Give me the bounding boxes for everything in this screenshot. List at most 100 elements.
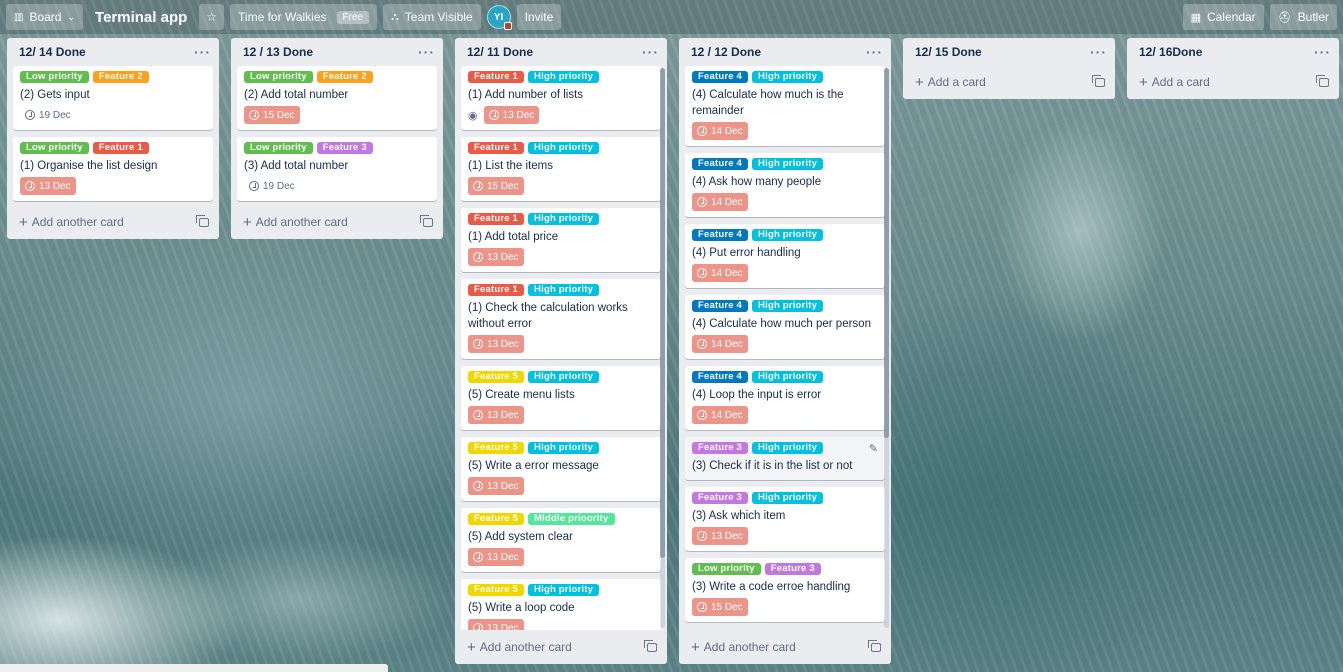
list-header[interactable]: 12/ 15 Done ··· — [903, 38, 1115, 66]
add-card-button[interactable]: + Add another card — [7, 205, 219, 239]
card-label[interactable]: Feature 4 — [692, 300, 749, 312]
card-label[interactable]: High priority — [752, 71, 824, 83]
card-label[interactable]: Feature 3 — [692, 442, 749, 454]
card[interactable]: Feature 5 High priority (5) Write a loop c… — [461, 579, 661, 630]
calendar-button[interactable]: ▦ Calendar — [1182, 4, 1264, 30]
card[interactable]: Feature 3 High priority (3) Ask which item… — [685, 487, 885, 551]
card-label[interactable]: Middle prioority — [528, 513, 615, 525]
card-label[interactable]: Feature 5 — [468, 513, 525, 525]
card-label[interactable]: Feature 1 — [92, 142, 149, 154]
due-date-badge[interactable]: 15 Dec — [692, 598, 748, 616]
card-label[interactable]: High priority — [752, 492, 824, 504]
invite-button[interactable]: Invite — [516, 4, 562, 30]
card-label[interactable]: Feature 5 — [468, 584, 525, 596]
card[interactable]: Feature 1 High priority (1) Add number of … — [461, 66, 661, 130]
list-header[interactable]: 12/ 16Done ··· — [1127, 38, 1339, 66]
add-card-button[interactable]: + Add a card — [1127, 66, 1339, 99]
list-title[interactable]: 12/ 15 Done — [915, 45, 982, 59]
card-template-icon[interactable] — [1092, 74, 1105, 87]
visibility-button[interactable]: ⛬ Team Visible — [383, 4, 481, 30]
card-label[interactable]: High priority — [752, 229, 824, 241]
member-avatar[interactable]: YI — [486, 5, 512, 30]
due-date-badge[interactable]: 14 Dec — [692, 335, 748, 353]
due-date-badge[interactable]: 14 Dec — [692, 406, 748, 424]
card-label[interactable]: Feature 1 — [468, 142, 525, 154]
card[interactable]: Feature 1 High priority (1) Check the calc… — [461, 279, 661, 359]
card-label[interactable]: Low priority — [692, 563, 761, 575]
due-date-badge[interactable]: 13 Dec — [20, 177, 76, 195]
card-label[interactable]: Feature 1 — [468, 284, 525, 296]
card[interactable]: Feature 5 Middle prioority (5) Add system … — [461, 508, 661, 572]
due-date-badge[interactable]: 15 Dec — [244, 106, 300, 124]
add-card-button[interactable]: + Add a card — [903, 66, 1115, 99]
list-menu-icon[interactable]: ··· — [418, 45, 435, 59]
list-menu-icon[interactable]: ··· — [194, 45, 211, 59]
card[interactable]: Feature 1 High priority (1) List the items… — [461, 137, 661, 201]
due-date-badge[interactable]: 13 Dec — [468, 548, 524, 566]
list-title[interactable]: 12/ 14 Done — [19, 45, 86, 59]
card-label[interactable]: Feature 1 — [468, 71, 525, 83]
card-label[interactable]: Low priority — [20, 142, 89, 154]
card-label[interactable]: Low priority — [244, 71, 313, 83]
card-label[interactable]: Feature 1 — [468, 213, 525, 225]
team-button[interactable]: Time for Walkies Free — [230, 4, 378, 30]
board-title[interactable]: Terminal app — [89, 9, 193, 26]
card-label[interactable]: Feature 4 — [692, 71, 749, 83]
pencil-edit-icon[interactable]: ✎ — [869, 442, 878, 455]
card[interactable]: Feature 5 High priority (5) Create menu li… — [461, 366, 661, 430]
card-label[interactable]: High priority — [528, 584, 600, 596]
card-label[interactable]: High priority — [752, 371, 824, 383]
card-label[interactable]: Low priority — [244, 142, 313, 154]
card-label[interactable]: High priority — [528, 213, 600, 225]
due-date-badge[interactable]: 13 Dec — [483, 106, 540, 124]
star-button[interactable]: ☆ — [199, 4, 225, 30]
card-label[interactable]: High priority — [752, 158, 824, 170]
list-menu-icon[interactable]: ··· — [1090, 45, 1107, 59]
card[interactable]: Low priority Feature 3 (3) Add total numbe… — [237, 137, 437, 201]
card[interactable]: Feature 3 High priority (3) Check if it is… — [685, 437, 885, 480]
due-date-badge[interactable]: 14 Dec — [692, 122, 748, 140]
list-title[interactable]: 12 / 13 Done — [243, 45, 313, 59]
due-date-badge[interactable]: 13 Dec — [468, 248, 524, 266]
card-label[interactable]: High priority — [752, 300, 824, 312]
card-label[interactable]: Feature 3 — [316, 142, 373, 154]
due-date-badge[interactable]: 13 Dec — [692, 527, 748, 545]
card-label[interactable]: Feature 4 — [692, 371, 749, 383]
due-date-badge[interactable]: 14 Dec — [692, 264, 748, 282]
card[interactable]: Low priority Feature 2 (2) Gets input 19 D… — [13, 66, 213, 130]
card-label[interactable]: Feature 5 — [468, 371, 525, 383]
card[interactable]: Feature 4 High priority (4) Calculate how … — [685, 295, 885, 359]
list-scrollbar[interactable] — [884, 68, 889, 628]
due-date-badge[interactable]: 14 Dec — [692, 193, 748, 211]
list-header[interactable]: 12/ 14 Done ··· — [7, 38, 219, 66]
list-menu-icon[interactable]: ··· — [642, 45, 659, 59]
due-date-badge[interactable]: 13 Dec — [468, 335, 524, 353]
card-label[interactable]: Feature 3 — [692, 492, 749, 504]
card-label[interactable]: High priority — [752, 442, 824, 454]
card[interactable]: Feature 4 High priority (4) Calculate how … — [685, 66, 885, 146]
scrollbar-thumb[interactable] — [884, 68, 889, 438]
card[interactable]: Feature 1 High priority (1) Add total pric… — [461, 208, 661, 272]
list-title[interactable]: 12/ 16Done — [1139, 45, 1202, 59]
card-template-icon[interactable] — [1316, 74, 1329, 87]
card[interactable]: Feature 5 High priority (5) Write a error … — [461, 437, 661, 501]
card-label[interactable]: High priority — [528, 142, 600, 154]
list-header[interactable]: 12/ 11 Done ··· — [455, 38, 667, 66]
card-label[interactable]: Feature 4 — [692, 158, 749, 170]
card-template-icon[interactable] — [644, 639, 657, 652]
card-label[interactable]: Feature 2 — [316, 71, 373, 83]
card-label[interactable]: Feature 4 — [692, 229, 749, 241]
list-header[interactable]: 12 / 12 Done ··· — [679, 38, 891, 66]
list-menu-icon[interactable]: ··· — [1314, 45, 1331, 59]
due-date-badge[interactable]: 15 Dec — [468, 177, 524, 195]
list-scrollbar[interactable] — [660, 68, 665, 628]
board-switcher-button[interactable]: ▥ Board ⌄ — [6, 4, 84, 30]
scrollbar-thumb[interactable] — [660, 68, 665, 558]
card-label[interactable]: High priority — [528, 371, 600, 383]
card[interactable]: Low priority Feature 1 (1) Organise the li… — [13, 137, 213, 201]
card-label[interactable]: Feature 2 — [92, 71, 149, 83]
card[interactable]: Feature 4 High priority (4) Ask how many p… — [685, 153, 885, 217]
butler-button[interactable]: ⛑ Butler — [1269, 4, 1337, 30]
card-label[interactable]: Low priority — [20, 71, 89, 83]
due-date-badge[interactable]: 13 Dec — [468, 619, 524, 630]
